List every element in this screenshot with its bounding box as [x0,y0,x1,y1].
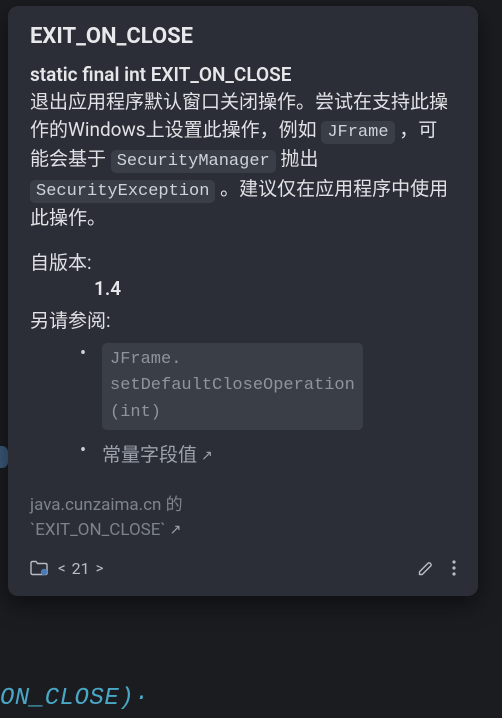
nav-count: 21 [72,559,90,578]
source-link[interactable]: `EXIT_ON_CLOSE`↗ [30,520,181,540]
external-link-icon: ↗ [201,448,213,464]
desc-text-3: 抛出 [276,147,319,170]
doc-signature: static final int EXIT_ON_CLOSE [30,63,456,86]
footer-left-group: < 21 > [30,559,103,578]
more-icon[interactable] [452,560,456,576]
footer-right-group [417,560,456,577]
see-also-code-link[interactable]: JFrame.setDefaultCloseOperation(int) [102,343,363,430]
code-ref-securitymanager[interactable]: SecurityManager [111,150,276,173]
see-also-list: JFrame.setDefaultCloseOperation(int) 常量字… [30,343,456,467]
nav-next-button[interactable]: > [96,559,104,577]
doc-nav-group: < 21 > [58,559,103,578]
gutter-marker [0,446,8,468]
doc-description: 退出应用程序默认窗口关闭操作。尝试在支持此操作的Windows上设置此操作，例如… [30,88,456,232]
external-link-icon: ↗ [170,522,182,538]
source-prefix: java.cunzaima.cn 的 [30,495,183,515]
code-ref-jframe[interactable]: JFrame [321,121,394,144]
since-value: 1.4 [30,277,456,300]
edit-icon[interactable] [417,560,434,577]
doc-source: java.cunzaima.cn 的 `EXIT_ON_CLOSE`↗ [30,493,456,542]
see-also-item-link: 常量字段值↗ [102,440,456,467]
documentation-popup: EXIT_ON_CLOSE static final int EXIT_ON_C… [8,6,478,596]
since-label: 自版本: [30,248,456,275]
editor-background-code: ON_CLOSE)· [0,685,149,712]
see-also-link-label: 常量字段值 [102,443,197,466]
nav-prev-button[interactable]: < [58,559,66,577]
see-also-text-link[interactable]: 常量字段值↗ [102,443,213,466]
see-also-item-code: JFrame.setDefaultCloseOperation(int) [102,343,456,430]
source-item-text: `EXIT_ON_CLOSE` [30,520,166,540]
module-icon[interactable] [30,560,48,576]
code-ref-securityexception[interactable]: SecurityException [30,180,215,203]
see-also-label: 另请参阅: [30,306,456,333]
doc-footer: < 21 > [30,554,456,582]
doc-title: EXIT_ON_CLOSE [30,24,456,49]
